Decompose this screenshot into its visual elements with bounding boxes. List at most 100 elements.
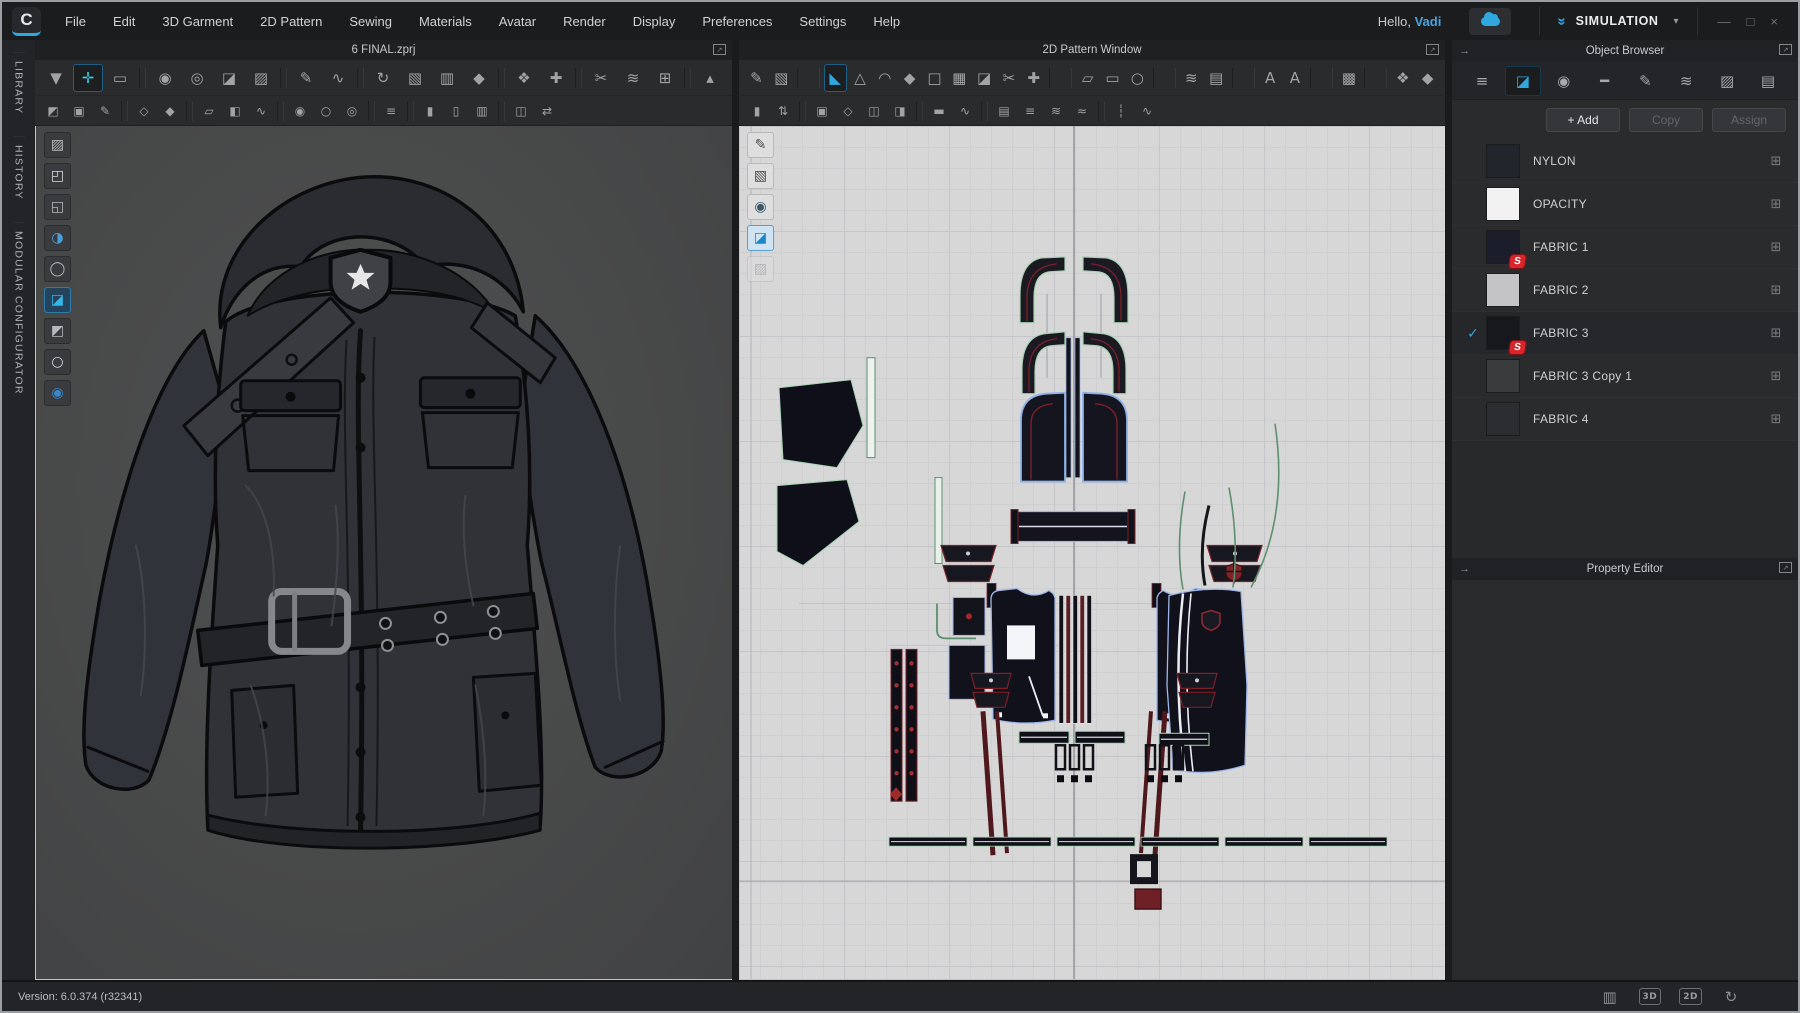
- pattern-2d-canvas[interactable]: [739, 126, 1445, 979]
- brush-tool[interactable]: ✎: [93, 99, 117, 123]
- fabric-swatch[interactable]: S: [1486, 144, 1520, 178]
- garment-3d-render[interactable]: [36, 126, 732, 979]
- fabric-info-icon[interactable]: ⊞: [1754, 412, 1798, 427]
- fabric-item[interactable]: ✓ S FABRIC 3 ⊞: [1452, 312, 1798, 355]
- menu-item[interactable]: Edit: [113, 14, 135, 29]
- undock-icon[interactable]: ↗: [713, 44, 726, 55]
- segment-sewing-tool[interactable]: ▮: [745, 99, 769, 123]
- buttonhole-tool[interactable]: ○: [314, 99, 338, 123]
- viewport-3d[interactable]: ▨◰◱◑◯◪◩○◉: [35, 126, 732, 980]
- transform-pattern-tool[interactable]: ◣: [824, 64, 847, 92]
- internal-ruler-tool[interactable]: ≋: [1180, 64, 1203, 92]
- fabric-info-icon[interactable]: ⊞: [1754, 326, 1798, 341]
- arrangement-points-tool[interactable]: ❖: [509, 64, 539, 92]
- edit-curvature-tool[interactable]: ◠: [873, 64, 896, 92]
- object-browser-header[interactable]: → Object Browser ↗: [1452, 40, 1798, 62]
- view-2d-toggle[interactable]: 2D: [1679, 988, 1702, 1005]
- show-garment-toggle[interactable]: ▨: [44, 132, 71, 158]
- edit-outline-tool[interactable]: □: [923, 64, 946, 92]
- align-tool[interactable]: ⇄: [535, 99, 559, 123]
- dock-tab[interactable]: MODULAR CONFIGURATOR: [13, 222, 25, 403]
- fabric-swatch[interactable]: S: [1486, 187, 1520, 221]
- show-bounding-ball-toggle[interactable]: ◑: [44, 225, 71, 251]
- grid-window-tool[interactable]: ⊞: [650, 64, 680, 92]
- rotate-pattern-tool[interactable]: ↻: [368, 64, 398, 92]
- select-move-tool[interactable]: ✛: [73, 64, 103, 92]
- pin-box-tool[interactable]: ◎: [182, 64, 212, 92]
- info-globe-toggle[interactable]: ◉: [747, 194, 774, 220]
- menu-item[interactable]: Help: [873, 14, 900, 29]
- show-crumple-toggle[interactable]: ◱: [44, 194, 71, 220]
- undock-icon[interactable]: ↗: [1426, 44, 1439, 55]
- fold-arrangement-tool[interactable]: ◪: [214, 64, 244, 92]
- fold-sewing-tool[interactable]: ◨: [888, 99, 912, 123]
- show-trims-2d-toggle[interactable]: ▨: [747, 256, 774, 282]
- text-style-tool[interactable]: A: [1284, 64, 1307, 92]
- tape-tool[interactable]: ▤: [1205, 64, 1228, 92]
- stripe-a-tool[interactable]: ▮: [418, 99, 442, 123]
- polygon-tool[interactable]: ▱: [1076, 64, 1099, 92]
- show-globe-toggle[interactable]: ◉: [44, 380, 71, 406]
- show-bust-toggle[interactable]: ○: [44, 349, 71, 375]
- menu-item[interactable]: Preferences: [702, 14, 772, 29]
- steam-brush-tool[interactable]: ∿: [323, 64, 353, 92]
- select-box-tool[interactable]: ▭: [105, 64, 135, 92]
- simulate-tool[interactable]: ▼: [41, 64, 71, 92]
- close-button[interactable]: ×: [1770, 14, 1778, 29]
- minimize-button[interactable]: —: [1718, 14, 1731, 29]
- menu-item[interactable]: Avatar: [499, 14, 536, 29]
- undock-icon[interactable]: ↗: [1779, 44, 1792, 55]
- pattern-outline-tool[interactable]: ▦: [948, 64, 971, 92]
- topstitch-tool[interactable]: ≋: [1044, 99, 1068, 123]
- undock-icon[interactable]: ↗: [1779, 562, 1792, 573]
- wrinkle-tool[interactable]: ∿: [249, 99, 273, 123]
- viewport-2d[interactable]: ✎▧◉◪▨: [739, 126, 1445, 980]
- menu-item[interactable]: Render: [563, 14, 606, 29]
- show-fabric-2d-toggle[interactable]: ◪: [747, 225, 774, 251]
- fabric-info-icon[interactable]: ⊞: [1754, 240, 1798, 255]
- sewing-pin-tool[interactable]: ✎: [291, 64, 321, 92]
- seam-taping-tool[interactable]: ▬: [927, 99, 951, 123]
- window-2d-titlebar[interactable]: 2D Pattern Window ↗: [739, 40, 1445, 60]
- fabric-info-icon[interactable]: ⊞: [1754, 283, 1798, 298]
- measure-tool[interactable]: ≋: [618, 64, 648, 92]
- seam-ripper-tool[interactable]: ✚: [1022, 64, 1045, 92]
- fabric-info-icon[interactable]: ⊞: [1754, 154, 1798, 169]
- zipper-tool[interactable]: ≡: [379, 99, 403, 123]
- flatten-tool[interactable]: ◫: [509, 99, 533, 123]
- detach-sewing-tool[interactable]: ◫: [862, 99, 886, 123]
- texture-grid-tool[interactable]: ▩: [1337, 64, 1360, 92]
- stripe-b-tool[interactable]: ▯: [444, 99, 468, 123]
- elastic-tool[interactable]: ∿: [953, 99, 977, 123]
- pattern-pieces[interactable]: [777, 257, 1387, 909]
- show-garment-toggle[interactable]: ▧: [400, 64, 430, 92]
- avatar-show-tool[interactable]: ◩: [41, 99, 65, 123]
- tab-stitch[interactable]: ✎: [1627, 66, 1663, 96]
- gradation-tool[interactable]: ▥: [470, 99, 494, 123]
- pattern-on-avatar-tool[interactable]: ◆: [1416, 64, 1439, 92]
- menu-item[interactable]: File: [65, 14, 86, 29]
- tab-tape[interactable]: ▤: [1750, 66, 1786, 96]
- circle-tool[interactable]: ○: [1126, 64, 1149, 92]
- pleats-sewing-tool[interactable]: ▤: [992, 99, 1016, 123]
- fasten-button-tool[interactable]: ◎: [340, 99, 364, 123]
- collapse-arrow-icon[interactable]: →: [1459, 563, 1470, 575]
- fold-tool[interactable]: ◧: [223, 99, 247, 123]
- fabric-swatch[interactable]: S: [1486, 359, 1520, 393]
- free-sewing-tool[interactable]: ⇅: [771, 99, 795, 123]
- drag-fabric-tool[interactable]: ▨: [246, 64, 276, 92]
- select-mesh-tool[interactable]: ▣: [67, 99, 91, 123]
- text-tool[interactable]: A: [1259, 64, 1282, 92]
- fabric-swatch[interactable]: S: [1486, 230, 1520, 264]
- fabric-item[interactable]: ✓ S OPACITY ⊞: [1452, 183, 1798, 226]
- cloud-sync-button[interactable]: [1469, 8, 1511, 35]
- fabric-info-icon[interactable]: ⊞: [1754, 369, 1798, 384]
- tack-on-avatar-tool[interactable]: ◆: [158, 99, 182, 123]
- show-3d-pattern-toggle[interactable]: ▧: [770, 64, 793, 92]
- rectangle-tool[interactable]: ▭: [1101, 64, 1124, 92]
- tack-tool[interactable]: ◇: [132, 99, 156, 123]
- dock-tab[interactable]: HISTORY: [13, 136, 25, 208]
- maximize-button[interactable]: □: [1747, 14, 1755, 29]
- menu-item[interactable]: Settings: [799, 14, 846, 29]
- basting-tool[interactable]: ┆: [1109, 99, 1133, 123]
